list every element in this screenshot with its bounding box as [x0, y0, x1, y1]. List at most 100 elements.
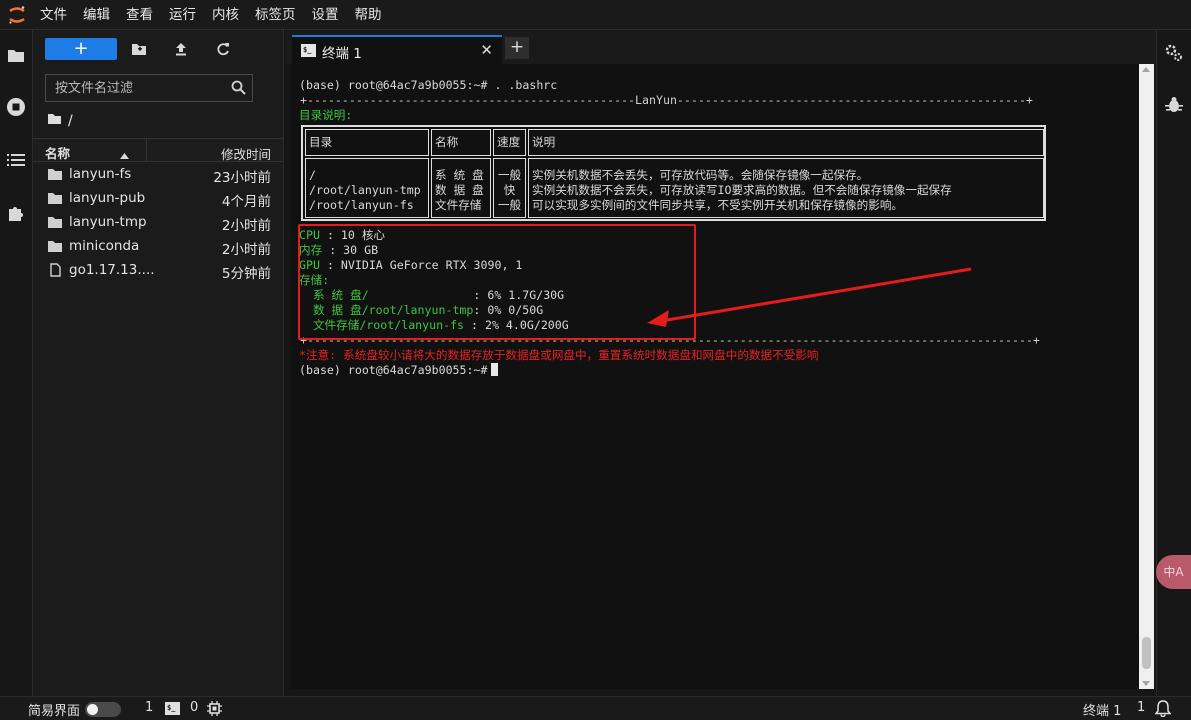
file-row-lanyun-tmp[interactable]: lanyun-tmp 2小时前: [33, 211, 283, 235]
table-col-descs: 实例关机数据不会丢失，可存放代码等。会随保存镜像一起保存。 实例关机数据不会丢失…: [528, 158, 1044, 218]
directory-info-table: 目录 名称 速度 说明 / /root/lanyun-tmp /root/lan…: [301, 125, 1046, 221]
menu-settings[interactable]: 设置: [306, 0, 345, 30]
terminal-prompt: (base) root@64ac7a9b0055:~#: [299, 363, 488, 377]
terminal-icon: $_: [301, 44, 316, 57]
notification-bell-icon[interactable]: [1154, 700, 1172, 720]
path-root: /: [309, 168, 316, 182]
file-modified: 4个月前: [221, 194, 271, 210]
close-icon[interactable]: ✕: [480, 42, 493, 58]
speed-system-disk: 一般: [497, 168, 522, 182]
file-row-miniconda[interactable]: miniconda 2小时前: [33, 235, 283, 259]
highlight-arrow: [647, 267, 972, 327]
menu-tabs[interactable]: 标签页: [249, 0, 302, 30]
banner-top: +---------------------------------------…: [300, 93, 1033, 107]
speed-data-disk: 快: [503, 183, 516, 197]
main-dock-area: $_ 终端 1 ✕ + (base) root@64ac7a9b0055:~# …: [285, 30, 1156, 696]
column-divider[interactable]: [146, 139, 147, 161]
add-tab-button[interactable]: +: [505, 37, 529, 59]
desc-file-storage: 可以实现多实例间的文件同步共享，不受实例开关机和保存镜像的影响。: [532, 198, 904, 212]
notice-line: *注意: 系统盘较小请将大的数据存放于数据盘或网盘中，重置系统时数据盘和网盘中的…: [299, 348, 819, 362]
translate-icon[interactable]: 中A: [1156, 555, 1191, 589]
name-file-storage: 文件存储: [435, 198, 482, 212]
status-bar: 简易界面 1 $_ 0 终端 1 1: [0, 696, 1191, 720]
search-icon[interactable]: [231, 80, 246, 99]
scroll-thumb[interactable]: [1142, 637, 1151, 669]
scroll-down-icon[interactable]: [1142, 681, 1150, 686]
path-lanyun-fs: /root/lanyun-fs: [309, 198, 414, 212]
running-kernels-icon[interactable]: [5, 96, 27, 118]
file-browser-panel: + / 名称 修改时间 lanyun-fs 23小时前 lanyun-pub: [33, 30, 284, 696]
jupyter-logo-icon[interactable]: [0, 0, 34, 30]
file-modified: 5分钟前: [221, 266, 271, 282]
file-name: lanyun-fs: [69, 166, 132, 182]
upload-icon[interactable]: [171, 39, 191, 59]
speed-file-storage: 一般: [497, 198, 522, 212]
folder-icon: [48, 168, 62, 184]
name-system-disk: 系 统 盘: [435, 168, 484, 182]
desc-data-disk: 实例关机数据不会丢失，可存放读写IO要求高的数据。但不会随保存镜像一起保存: [532, 183, 952, 197]
file-name: lanyun-pub: [69, 190, 146, 206]
file-row-lanyun-fs[interactable]: lanyun-fs 23小时前: [33, 163, 283, 187]
simple-mode-toggle[interactable]: [85, 702, 121, 717]
active-tab-label[interactable]: 终端 1: [1083, 700, 1121, 719]
file-filter-input[interactable]: [46, 75, 226, 101]
folder-icon[interactable]: [5, 44, 27, 66]
breadcrumb-path[interactable]: /: [68, 113, 73, 129]
refresh-icon[interactable]: [213, 39, 233, 59]
scroll-up-icon[interactable]: [1142, 67, 1150, 72]
terminal-status-icon[interactable]: $_: [165, 702, 180, 715]
notification-count[interactable]: 1: [1137, 700, 1145, 715]
terminal-command-line: (base) root@64ac7a9b0055:~# . .bashrc: [299, 78, 558, 92]
file-modified: 2小时前: [221, 218, 271, 234]
table-of-contents-icon[interactable]: [5, 149, 27, 171]
kernel-count[interactable]: 1: [145, 700, 153, 715]
new-folder-icon[interactable]: [129, 39, 149, 59]
property-inspector-icon[interactable]: [1164, 43, 1184, 67]
debugger-bug-icon[interactable]: [1165, 96, 1183, 118]
table-col-names: 系 统 盘 数 据 盘 文件存储: [431, 158, 491, 218]
file-list-header: 名称 修改时间: [33, 138, 283, 162]
terminal-scrollbar[interactable]: [1139, 64, 1154, 689]
terminal-count[interactable]: 0: [190, 700, 198, 715]
root-folder-icon[interactable]: [47, 113, 62, 129]
sort-ascending-icon[interactable]: [120, 147, 129, 162]
tab-label: 终端 1: [322, 46, 362, 62]
folder-icon: [48, 192, 62, 208]
new-launcher-button[interactable]: +: [45, 38, 117, 60]
terminal-prompt-line: (base) root@64ac7a9b0055:~#: [299, 363, 499, 378]
file-row-lanyun-pub[interactable]: lanyun-pub 4个月前: [33, 187, 283, 211]
left-activity-bar: [0, 30, 33, 696]
file-filter-box: [45, 74, 253, 102]
menu-help[interactable]: 帮助: [349, 0, 388, 30]
menu-bar: 文件 编辑 查看 运行 内核 标签页 设置 帮助: [0, 0, 1191, 30]
extensions-puzzle-icon[interactable]: [5, 202, 27, 224]
terminal-cursor: [491, 363, 499, 376]
column-header-name[interactable]: 名称: [45, 143, 70, 162]
dir-description-label: 目录说明:: [299, 108, 353, 122]
menu-view[interactable]: 查看: [120, 0, 159, 30]
column-header-modified[interactable]: 修改时间: [221, 144, 271, 163]
table-col-speeds: 一般 快 一般: [493, 158, 526, 218]
simple-mode-label: 简易界面: [28, 704, 81, 719]
terminal-output[interactable]: (base) root@64ac7a9b0055:~# . .bashrc +-…: [291, 64, 1139, 689]
tab-terminal-1[interactable]: $_ 终端 1 ✕: [292, 35, 502, 64]
menu-run[interactable]: 运行: [163, 0, 202, 30]
folder-icon: [48, 216, 62, 232]
file-name: lanyun-tmp: [69, 214, 147, 230]
menu-file[interactable]: 文件: [34, 0, 73, 30]
toggle-knob: [87, 704, 98, 715]
cpu-chip-icon[interactable]: [207, 701, 222, 720]
path-lanyun-tmp: /root/lanyun-tmp: [309, 183, 421, 197]
folder-icon: [48, 240, 62, 256]
breadcrumb: /: [47, 112, 73, 130]
table-col-paths: / /root/lanyun-tmp /root/lanyun-fs: [305, 158, 429, 218]
right-activity-bar: [1156, 30, 1191, 696]
table-header-name: 名称: [431, 129, 491, 156]
menu-edit[interactable]: 编辑: [77, 0, 116, 30]
file-name: miniconda: [69, 238, 140, 254]
terminal-panel[interactable]: (base) root@64ac7a9b0055:~# . .bashrc +-…: [291, 64, 1154, 689]
table-header-dir: 目录: [305, 129, 429, 156]
menu-kernel[interactable]: 内核: [206, 0, 245, 30]
tab-bar: $_ 终端 1 ✕ +: [285, 30, 1156, 64]
file-row-go-archive[interactable]: go1.17.13.... 5分钟前: [33, 259, 283, 283]
